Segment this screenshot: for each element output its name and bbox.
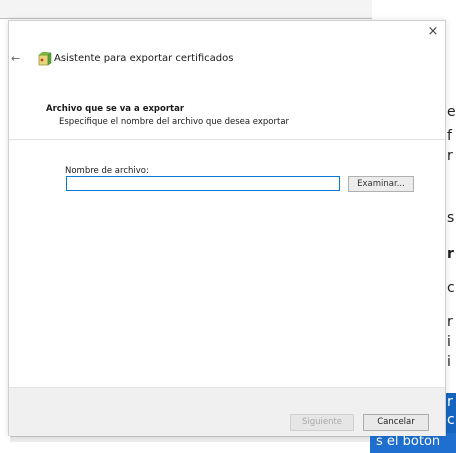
background-text-fragment: r bbox=[447, 394, 453, 410]
header-divider bbox=[9, 139, 445, 140]
background-text-fragment: i bbox=[447, 354, 451, 370]
filename-label: Nombre de archivo: bbox=[65, 166, 149, 176]
background-text-fragment: r bbox=[447, 148, 453, 164]
background-text-fragment: c bbox=[447, 280, 455, 296]
background-text-fragment: r bbox=[447, 246, 454, 262]
back-arrow-icon: ← bbox=[11, 52, 21, 65]
background-text-fragment: e bbox=[447, 104, 456, 120]
background-text-fragment: c bbox=[447, 412, 455, 428]
back-button[interactable]: ← bbox=[11, 52, 25, 66]
background-text-fragment: i bbox=[447, 334, 451, 350]
filename-input[interactable] bbox=[66, 176, 340, 191]
next-button: Siguiente bbox=[290, 414, 354, 431]
section-description: Especifique el nombre del archivo que de… bbox=[59, 117, 290, 127]
close-icon: × bbox=[427, 24, 439, 39]
background-titlebar bbox=[0, 0, 372, 19]
close-button[interactable]: × bbox=[425, 24, 441, 40]
browse-button[interactable]: Examinar... bbox=[348, 176, 414, 192]
wizard-title: Asistente para exportar certificados bbox=[54, 53, 234, 64]
background-scrollbar bbox=[10, 436, 370, 442]
export-certificate-wizard-dialog: × ← Asistente para exportar certificados… bbox=[8, 20, 446, 436]
cancel-button[interactable]: Cancelar bbox=[363, 414, 429, 431]
background-text-fragment: s bbox=[447, 210, 455, 226]
background-text-fragment: f bbox=[447, 128, 452, 144]
background-highlight-text: s el boton bbox=[370, 433, 456, 453]
certificate-wizard-icon bbox=[38, 51, 52, 66]
background-bottom-text: s el boton bbox=[376, 434, 441, 449]
section-heading: Archivo que se va a exportar bbox=[46, 104, 185, 114]
background-text-fragment: r bbox=[447, 314, 453, 330]
